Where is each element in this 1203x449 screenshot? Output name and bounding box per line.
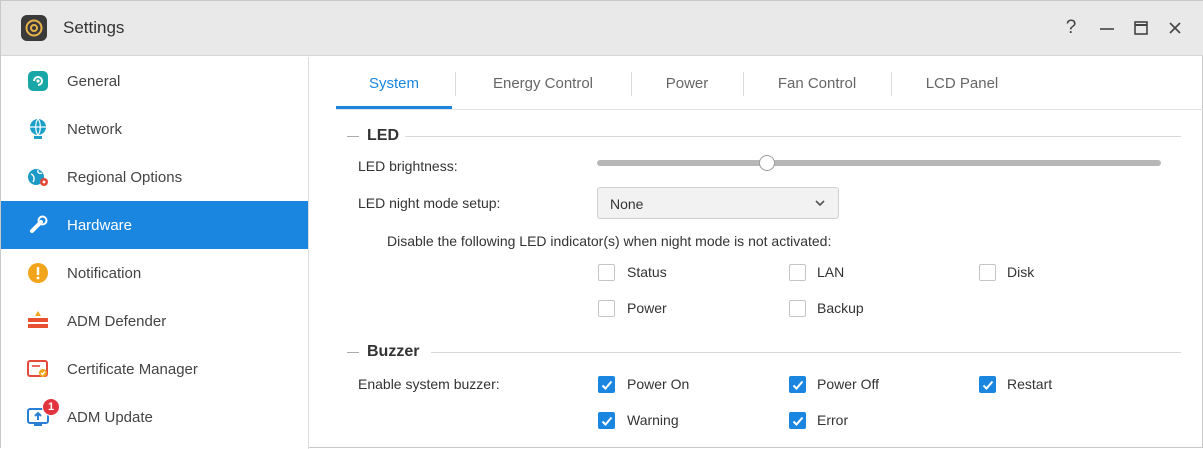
led-brightness-slider[interactable] [597, 160, 1161, 166]
checkbox-buzzer-warning[interactable] [598, 412, 615, 429]
sidebar-item-general[interactable]: General [1, 57, 308, 105]
tab-bar: System Energy Control Power Fan Control … [336, 57, 1203, 109]
close-button[interactable] [1163, 15, 1187, 41]
sidebar-item-label: Regional Options [67, 168, 183, 186]
led-brightness-label: LED brightness: [358, 158, 458, 174]
tab-divider [631, 72, 632, 96]
checkbox-label: Disk [1007, 264, 1035, 280]
title-bar: Settings ? [1, 1, 1203, 56]
help-button[interactable]: ? [1059, 15, 1083, 41]
checkbox-label: Power Off [817, 376, 879, 392]
sidebar-item-certificate-manager[interactable]: Certificate Manager [1, 345, 308, 393]
certificate-icon [25, 356, 51, 382]
tab-energy-control[interactable]: Energy Control [458, 57, 628, 109]
checkbox-led-status[interactable] [598, 264, 615, 281]
led-section-title: LED [367, 127, 399, 144]
sidebar-item-regional-options[interactable]: Regional Options [1, 153, 308, 201]
checkbox-buzzer-restart[interactable] [979, 376, 996, 393]
buzzer-section-title: Buzzer [367, 343, 420, 360]
sidebar-item-label: General [67, 72, 121, 90]
led-disable-note: Disable the following LED indicator(s) w… [387, 233, 832, 249]
tab-fan-control[interactable]: Fan Control [746, 57, 888, 109]
tab-system[interactable]: System [336, 57, 452, 109]
sidebar-item-label: ADM Defender [67, 312, 167, 330]
checkbox-label: Warning [627, 412, 679, 428]
checkbox-label: Status [627, 264, 667, 280]
firewall-icon [25, 308, 51, 334]
settings-app-icon [21, 15, 47, 41]
maximize-button[interactable] [1129, 15, 1153, 41]
checkbox-led-power[interactable] [598, 300, 615, 317]
led-night-mode-select[interactable]: None [597, 187, 839, 219]
checkbox-buzzer-error[interactable] [789, 412, 806, 429]
section-dash [347, 136, 359, 137]
tab-divider [455, 72, 456, 96]
checkbox-led-disk[interactable] [979, 264, 996, 281]
minimize-button[interactable] [1095, 15, 1119, 41]
regional-globe-icon [25, 164, 51, 190]
checkbox-label: Error [817, 412, 849, 428]
sidebar-item-adm-defender[interactable]: ADM Defender [1, 297, 308, 345]
checkbox-label: Power [627, 300, 667, 316]
section-dash [347, 352, 359, 353]
section-rule [405, 136, 1181, 137]
chevron-down-icon [814, 196, 826, 212]
sidebar-item-hardware[interactable]: Hardware [1, 201, 308, 249]
update-count-badge: 1 [42, 398, 60, 416]
sidebar-item-adm-update[interactable]: 1 ADM Update [1, 393, 308, 441]
led-brightness-slider-thumb[interactable] [759, 155, 775, 171]
general-icon [25, 68, 51, 94]
checkbox-buzzer-power-off[interactable] [789, 376, 806, 393]
led-night-mode-label: LED night mode setup: [358, 195, 501, 211]
tab-power[interactable]: Power [634, 57, 740, 109]
sidebar-item-label: Notification [67, 264, 142, 282]
sidebar: General Network Regional Options Hardwar… [1, 57, 309, 449]
sidebar-item-label: Network [67, 120, 123, 138]
sidebar-item-label: Hardware [67, 216, 133, 234]
checkbox-led-backup[interactable] [789, 300, 806, 317]
checkbox-label: LAN [817, 264, 845, 280]
globe-network-icon [25, 116, 51, 142]
wrench-icon [25, 212, 51, 238]
buzzer-enable-label: Enable system buzzer: [358, 376, 500, 392]
tab-lcd-panel[interactable]: LCD Panel [894, 57, 1030, 109]
checkbox-label: Power On [627, 376, 690, 392]
tab-divider [743, 72, 744, 96]
section-rule [431, 352, 1181, 353]
tab-divider [891, 72, 892, 96]
tab-underline-rule [336, 109, 1203, 110]
checkbox-buzzer-power-on[interactable] [598, 376, 615, 393]
window-title: Settings [63, 18, 125, 37]
sidebar-item-label: Certificate Manager [67, 360, 198, 378]
settings-window: Settings ? General Network Regional Opti… [0, 0, 1203, 449]
checkbox-label: Backup [817, 300, 864, 316]
led-night-mode-value: None [610, 196, 644, 212]
alert-icon [25, 260, 51, 286]
checkbox-label: Restart [1007, 376, 1053, 392]
checkbox-led-lan[interactable] [789, 264, 806, 281]
sidebar-item-label: ADM Update [67, 408, 153, 426]
sidebar-item-notification[interactable]: Notification [1, 249, 308, 297]
sidebar-item-network[interactable]: Network [1, 105, 308, 153]
